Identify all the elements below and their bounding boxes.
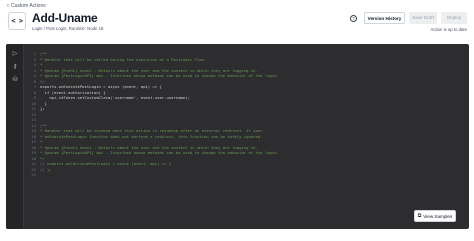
code-samples-icon: ⧉ [417,212,422,219]
breadcrumb-label: Custom Actions [11,3,46,9]
chevron-left-icon: ‹ [7,2,9,9]
code-area[interactable]: 1/** 2 * Handler that will be called durin… [28,51,279,178]
breadcrumb[interactable]: ‹ Custom Actions [7,2,46,10]
code-text: // }; [40,166,52,172]
line-number: 23 [31,172,36,177]
code-text: // exports.onContinuePostLogin = async (… [40,161,172,166]
deploy-button[interactable]: Deploy [441,12,467,24]
page-subtitle: Login / Post Login, Runtime: Node 18 [32,26,104,31]
version-history-button[interactable]: Version History [364,12,405,24]
page-title: Add-Uname [32,11,98,25]
code-editor[interactable]: ▷ ⚷ ⛁ 1/** 2 * Handler that will be called… [6,44,469,229]
save-draft-button[interactable]: Save Draft [409,12,437,24]
view-samples-button[interactable]: ⧉ View Samples [414,210,456,222]
package-icon[interactable]: ⛁ [11,75,19,83]
key-icon[interactable]: ⚷ [11,62,19,70]
code-text: api.idToken.setCustomClaim('username', e… [40,95,190,100]
code-line: 16 * onExecutePostLogin function does not… [28,134,279,140]
code-line: 5 * @param {PostLoginAPI} api - Interface… [28,73,279,79]
code-text: * Handler that will be called during the… [40,56,207,62]
code-text: * @param {PostLoginAPI} api - Interface … [40,150,279,155]
code-icon: < > [8,12,26,30]
code-text: * @param {PostLoginAPI} api - Interface … [40,73,279,78]
play-icon[interactable]: ▷ [11,49,19,57]
code-line: 23 [28,172,279,178]
code-text: }; [40,106,45,111]
editor-sidebar: ▷ ⚷ ⛁ [6,44,24,229]
status-text: Action is up to date [430,27,467,32]
view-samples-label: View Samples [423,213,453,219]
help-icon[interactable]: ? [350,15,357,22]
code-line: 19 * @param {PostLoginAPI} api - Interfac… [28,150,279,156]
code-text: * onExecutePostLogin function does not p… [40,133,263,139]
